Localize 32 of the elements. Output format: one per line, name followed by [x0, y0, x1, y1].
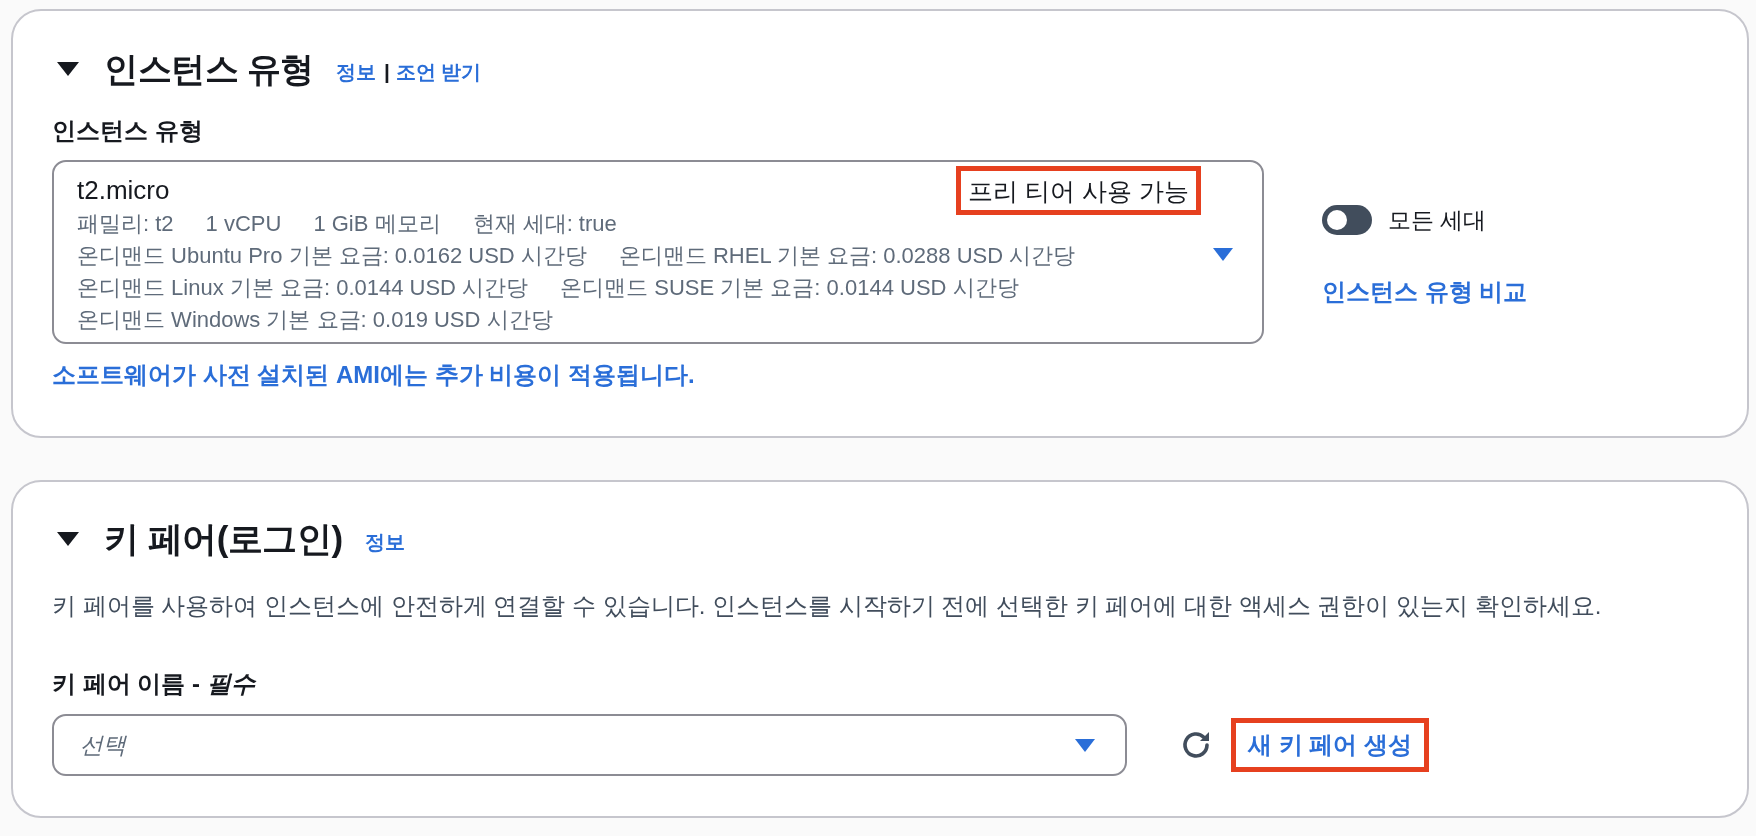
section-title: 키 페어(로그인)	[104, 518, 343, 560]
detail-text: 온디맨드 Linux 기본 요금: 0.0144 USD 시간당	[77, 274, 529, 302]
dropdown-caret-icon	[1075, 738, 1095, 752]
free-tier-label: 프리 티어 사용 가능	[956, 166, 1201, 215]
detail-text: 온디맨드 SUSE 기본 요금: 0.0144 USD 시간당	[560, 274, 1019, 302]
dropdown-caret-icon	[1213, 247, 1233, 261]
detail-text: 온디맨드 Windows 기본 요금: 0.019 USD 시간당	[77, 306, 553, 334]
detail-text: 온디맨드 RHEL 기본 요금: 0.0288 USD 시간당	[618, 242, 1076, 270]
detail-text: 1 GiB 메모리	[313, 210, 441, 238]
section-title: 인스턴스 유형	[104, 49, 314, 90]
header-link[interactable]: 조언 받기	[395, 60, 482, 84]
link-separator: |	[383, 60, 390, 84]
create-key-pair-link[interactable]: 새 키 페어 생성	[1231, 718, 1429, 772]
description-text: 키 페어를 사용하여 인스턴스에 안전하게 연결할 수 있습니다. 인스턴스를 시작하기 전에 선택한 키 페어에 대한 액세스 권한이 있는지 확인하세요.	[52, 591, 1602, 621]
additional-cost-link[interactable]: 소프트웨어가 사전 설치된 AMI에는 추가 비용이 적용됩니다.	[52, 361, 695, 389]
toggle-switch[interactable]	[1322, 205, 1372, 235]
refresh-icon[interactable]	[1180, 729, 1212, 761]
detail-text: 온디맨드 Ubuntu Pro 기본 요금: 0.0162 USD 시간당	[77, 242, 587, 270]
field-label: 인스턴스 유형	[52, 117, 203, 145]
detail-text: 1 vCPU	[205, 210, 282, 238]
expand-caret-icon[interactable]	[57, 532, 79, 546]
header-link[interactable]: 정보	[335, 60, 376, 84]
field-label: 키 페어 이름 - 필수	[52, 669, 255, 699]
key-pair-select[interactable]: 선택	[52, 714, 1127, 776]
header-link[interactable]: 정보	[364, 530, 405, 554]
expand-caret-icon[interactable]	[57, 62, 79, 76]
detail-text: 패밀리: t2	[77, 210, 174, 238]
detail-text: 현재 세대: true	[472, 210, 617, 238]
instance-type-select[interactable]	[52, 160, 1264, 344]
toggle-label: 모든 세대	[1388, 206, 1487, 235]
compare-link[interactable]: 인스턴스 유형 비교	[1322, 278, 1528, 306]
selected-value-text: t2.micro	[77, 174, 170, 205]
